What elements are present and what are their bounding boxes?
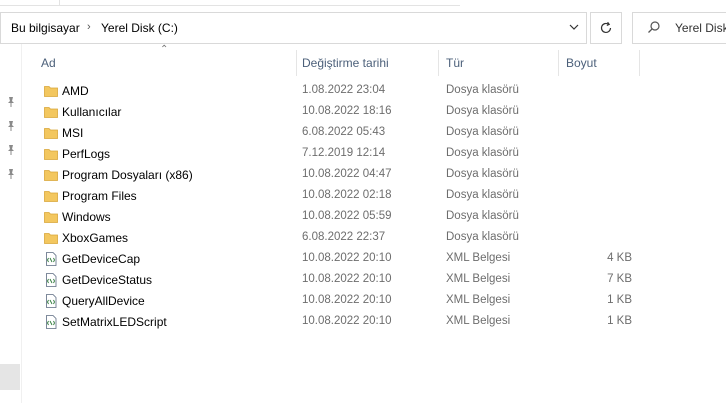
list-item[interactable]: GetDeviceCap 10.08.2022 20:10 XML Belges…	[38, 249, 638, 270]
folder-icon	[44, 191, 58, 202]
list-item[interactable]: SetMatrixLEDScript 10.08.2022 20:10 XML …	[38, 312, 638, 333]
address-bar[interactable]: Bu bilgisayar › Yerel Disk (C:)	[0, 12, 587, 44]
column-header-date[interactable]: Değiştirme tarihi	[302, 56, 389, 70]
list-item[interactable]: Kullanıcılar 10.08.2022 18:16 Dosya klas…	[38, 102, 638, 123]
file-date: 10.08.2022 20:10	[302, 315, 392, 327]
tab-edge	[60, 0, 460, 6]
search-icon	[648, 21, 660, 33]
pin-icon[interactable]	[5, 168, 17, 180]
list-item[interactable]: AMD 1.08.2022 23:04 Dosya klasörü	[38, 81, 638, 102]
file-name: XboxGames	[62, 231, 129, 245]
xml-file-icon	[46, 315, 57, 329]
pin-icon[interactable]	[5, 120, 17, 132]
file-name: PerfLogs	[62, 147, 111, 161]
file-type: XML Belgesi	[446, 315, 511, 327]
file-type: Dosya klasörü	[446, 147, 519, 159]
search-input[interactable]: Yerel Disk	[675, 21, 726, 35]
file-name: MSI	[62, 126, 84, 140]
file-type: XML Belgesi	[446, 294, 511, 306]
folder-icon	[44, 128, 58, 139]
file-name: Program Dosyaları (x86)	[62, 168, 193, 182]
file-date: 10.08.2022 04:47	[302, 168, 392, 180]
column-header-row: ⌃ Ad Değiştirme tarihi Tür Boyut	[22, 44, 726, 76]
search-box[interactable]: Yerel Disk	[632, 12, 726, 44]
folder-icon	[44, 86, 58, 97]
chevron-right-icon[interactable]: ›	[87, 21, 91, 33]
tab-strip	[0, 0, 726, 12]
file-type: Dosya klasörü	[446, 231, 519, 243]
file-date: 7.12.2019 12:14	[302, 147, 386, 159]
file-size: 4 KB	[607, 252, 632, 264]
tab-edge	[0, 0, 60, 6]
file-name: QueryAllDevice	[62, 294, 145, 308]
column-divider[interactable]	[438, 50, 439, 76]
file-type: Dosya klasörü	[446, 84, 519, 96]
list-item[interactable]: MSI 6.08.2022 05:43 Dosya klasörü	[38, 123, 638, 144]
column-divider[interactable]	[558, 50, 559, 76]
list-item[interactable]: Program Files 10.08.2022 02:18 Dosya kla…	[38, 186, 638, 207]
file-type: Dosya klasörü	[446, 168, 519, 180]
file-date: 1.08.2022 23:04	[302, 84, 386, 96]
folder-icon	[44, 233, 58, 244]
file-name: GetDeviceCap	[62, 252, 141, 266]
file-type: Dosya klasörü	[446, 210, 519, 222]
list-item[interactable]: QueryAllDevice 10.08.2022 20:10 XML Belg…	[38, 291, 638, 312]
column-header-size[interactable]: Boyut	[566, 56, 597, 70]
folder-icon	[44, 149, 58, 160]
list-item[interactable]: GetDeviceStatus 10.08.2022 20:10 XML Bel…	[38, 270, 638, 291]
list-item[interactable]: PerfLogs 7.12.2019 12:14 Dosya klasörü	[38, 144, 638, 165]
file-size: 7 KB	[607, 273, 632, 285]
navigation-pane	[0, 44, 22, 403]
xml-file-icon	[46, 273, 57, 287]
file-type: Dosya klasörü	[446, 105, 519, 117]
breadcrumb-local-disk[interactable]: Yerel Disk (C:)	[101, 21, 178, 35]
folder-icon	[44, 212, 58, 223]
chevron-down-icon[interactable]	[567, 21, 581, 35]
file-name: Kullanıcılar	[62, 105, 122, 119]
file-date: 10.08.2022 20:10	[302, 252, 392, 264]
file-date: 10.08.2022 20:10	[302, 294, 392, 306]
file-date: 6.08.2022 05:43	[302, 126, 386, 138]
file-date: 10.08.2022 20:10	[302, 273, 392, 285]
file-size: 1 KB	[607, 294, 632, 306]
file-date: 10.08.2022 05:59	[302, 210, 392, 222]
column-divider[interactable]	[296, 50, 297, 76]
file-name: Windows	[62, 210, 111, 224]
file-name: GetDeviceStatus	[62, 273, 153, 287]
list-item[interactable]: Windows 10.08.2022 05:59 Dosya klasörü	[38, 207, 638, 228]
file-type: XML Belgesi	[446, 273, 511, 285]
list-item[interactable]: Program Dosyaları (x86) 10.08.2022 04:47…	[38, 165, 638, 186]
xml-file-icon	[46, 294, 57, 308]
refresh-button[interactable]	[590, 12, 622, 44]
nav-item-selected[interactable]	[0, 364, 20, 390]
file-name: AMD	[62, 84, 89, 98]
xml-file-icon	[46, 252, 57, 266]
file-type: XML Belgesi	[446, 252, 511, 264]
folder-icon	[44, 170, 58, 181]
file-type: Dosya klasörü	[446, 126, 519, 138]
folder-icon	[44, 107, 58, 118]
file-name: Program Files	[62, 189, 137, 203]
sort-ascending-icon: ⌃	[160, 44, 169, 55]
refresh-icon	[600, 21, 612, 34]
file-date: 10.08.2022 02:18	[302, 189, 392, 201]
column-header-name[interactable]: Ad	[41, 56, 56, 70]
file-name: SetMatrixLEDScript	[62, 315, 167, 329]
breadcrumb-this-pc[interactable]: Bu bilgisayar	[11, 21, 80, 35]
pin-icon[interactable]	[5, 144, 17, 156]
file-type: Dosya klasörü	[446, 189, 519, 201]
file-date: 10.08.2022 18:16	[302, 105, 392, 117]
file-size: 1 KB	[607, 315, 632, 327]
column-header-type[interactable]: Tür	[446, 56, 464, 70]
file-date: 6.08.2022 22:37	[302, 231, 386, 243]
column-divider[interactable]	[639, 50, 640, 76]
list-item[interactable]: XboxGames 6.08.2022 22:37 Dosya klasörü	[38, 228, 638, 249]
pin-icon[interactable]	[5, 96, 17, 108]
